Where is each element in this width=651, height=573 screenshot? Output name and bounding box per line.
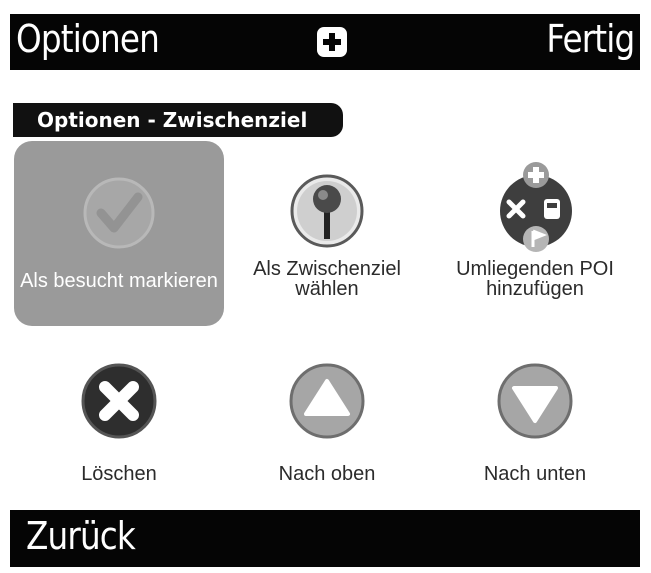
top-bar: Optionen Fertig: [10, 14, 640, 70]
back-button[interactable]: Zurück: [26, 514, 136, 558]
mark-visited-button[interactable]: Als besucht markieren: [14, 141, 224, 326]
poi-cluster-icon: [500, 162, 572, 252]
set-waypoint-button[interactable]: Als Zwischenziel wählen: [222, 141, 432, 326]
done-button[interactable]: Fertig: [546, 17, 635, 61]
plus-icon[interactable]: [317, 27, 347, 57]
move-down-label: Nach unten: [483, 463, 587, 485]
bottom-bar: Zurück: [10, 510, 640, 567]
mark-visited-label: Als besucht markieren: [20, 270, 218, 292]
move-down-button[interactable]: Nach unten: [430, 352, 640, 502]
move-up-button[interactable]: Nach oben: [222, 352, 432, 502]
arrow-up-icon: [289, 363, 365, 439]
checkmark-icon: [83, 177, 155, 249]
set-waypoint-label: Als Zwischenziel wählen: [253, 258, 401, 300]
section-label: Optionen - Zwischenziel: [13, 103, 343, 137]
add-nearby-poi-label: Umliegenden POI hinzufügen: [456, 258, 614, 300]
move-up-label: Nach oben: [278, 463, 376, 485]
arrow-down-icon: [497, 363, 573, 439]
add-nearby-poi-button[interactable]: Umliegenden POI hinzufügen: [430, 141, 640, 326]
delete-label: Löschen: [81, 463, 157, 485]
screen-title: Optionen: [16, 17, 160, 61]
map-pin-icon: [290, 174, 364, 248]
delete-x-icon: [81, 363, 157, 439]
delete-button[interactable]: Löschen: [14, 352, 224, 502]
